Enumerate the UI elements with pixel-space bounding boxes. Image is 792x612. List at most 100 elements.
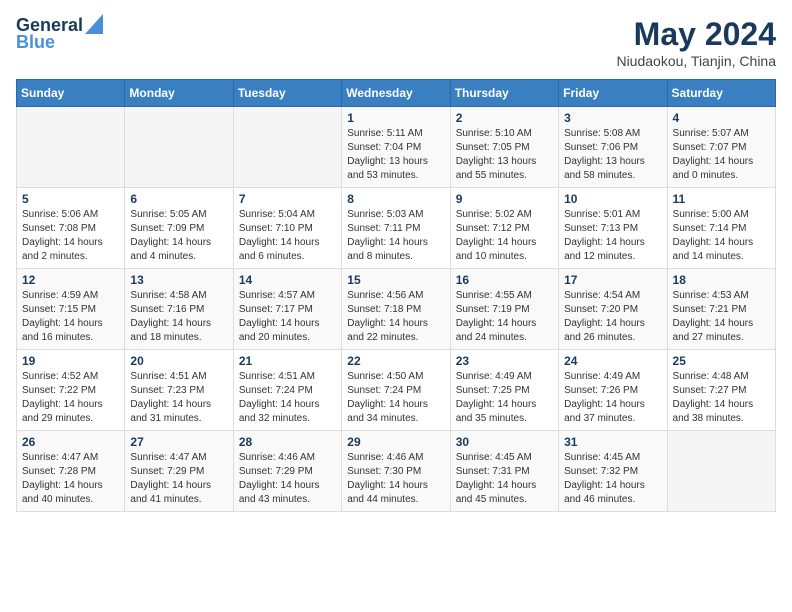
day-info: Sunrise: 5:00 AMSunset: 7:14 PMDaylight:… xyxy=(673,208,770,264)
day-number: 31 xyxy=(564,435,661,449)
calendar-cell: 10Sunrise: 5:01 AMSunset: 7:13 PMDayligh… xyxy=(559,188,667,269)
calendar-cell: 25Sunrise: 4:48 AMSunset: 7:27 PMDayligh… xyxy=(667,350,775,431)
day-number: 27 xyxy=(130,435,227,449)
day-info: Sunrise: 4:47 AMSunset: 7:29 PMDaylight:… xyxy=(130,451,227,507)
calendar-week-row: 12 Sunrise: 4:59 AMSunset: 7:15 PMDayligh… xyxy=(17,269,776,350)
day-number: 10 xyxy=(564,192,661,206)
day-number: 22 xyxy=(347,354,444,368)
calendar-cell: 26Sunrise: 4:47 AMSunset: 7:28 PMDayligh… xyxy=(17,431,125,512)
calendar-cell: 16 Sunrise: 4:55 AMSunset: 7:19 PMDayligh… xyxy=(450,269,558,350)
day-number: 21 xyxy=(239,354,336,368)
day-info: Sunrise: 4:56 AMSunset: 7:18 PMDaylight:… xyxy=(347,289,444,345)
page-header: General Blue May 2024 Niudaokou, Tianjin… xyxy=(16,16,776,69)
day-number: 4 xyxy=(673,111,770,125)
day-info: Sunrise: 5:05 AMSunset: 7:09 PMDaylight:… xyxy=(130,208,227,264)
day-number: 19 xyxy=(22,354,119,368)
day-info: Sunrise: 4:49 AMSunset: 7:26 PMDaylight:… xyxy=(564,370,661,426)
day-number: 2 xyxy=(456,111,553,125)
day-number: 14 xyxy=(239,273,336,287)
calendar-cell: 19 Sunrise: 4:52 AMSunset: 7:22 PMDayligh… xyxy=(17,350,125,431)
main-title: May 2024 xyxy=(616,16,776,53)
day-info: Sunrise: 4:46 AMSunset: 7:30 PMDaylight:… xyxy=(347,451,444,507)
day-info: Sunrise: 4:59 AMSunset: 7:15 PMDaylight:… xyxy=(22,289,119,345)
day-info: Sunrise: 5:04 AMSunset: 7:10 PMDaylight:… xyxy=(239,208,336,264)
day-number: 26 xyxy=(22,435,119,449)
calendar-cell: 30Sunrise: 4:45 AMSunset: 7:31 PMDayligh… xyxy=(450,431,558,512)
day-info: Sunrise: 4:46 AMSunset: 7:29 PMDaylight:… xyxy=(239,451,336,507)
calendar-cell: 7 Sunrise: 5:04 AMSunset: 7:10 PMDaylight… xyxy=(233,188,341,269)
calendar-table: SundayMondayTuesdayWednesdayThursdayFrid… xyxy=(16,79,776,512)
calendar-cell xyxy=(17,107,125,188)
day-number: 20 xyxy=(130,354,227,368)
day-number: 24 xyxy=(564,354,661,368)
calendar-cell: 27 Sunrise: 4:47 AMSunset: 7:29 PMDayligh… xyxy=(125,431,233,512)
calendar-cell xyxy=(667,431,775,512)
day-info: Sunrise: 4:51 AMSunset: 7:24 PMDaylight:… xyxy=(239,370,336,426)
calendar-cell: 22 Sunrise: 4:50 AMSunset: 7:24 PMDayligh… xyxy=(342,350,450,431)
weekday-header-friday: Friday xyxy=(559,80,667,107)
calendar-cell: 9 Sunrise: 5:02 AMSunset: 7:12 PMDaylight… xyxy=(450,188,558,269)
calendar-cell xyxy=(233,107,341,188)
day-info: Sunrise: 4:57 AMSunset: 7:17 PMDaylight:… xyxy=(239,289,336,345)
calendar-cell: 18 Sunrise: 4:53 AMSunset: 7:21 PMDayligh… xyxy=(667,269,775,350)
calendar-week-row: 5 Sunrise: 5:06 AMSunset: 7:08 PMDaylight… xyxy=(17,188,776,269)
calendar-week-row: 26Sunrise: 4:47 AMSunset: 7:28 PMDayligh… xyxy=(17,431,776,512)
day-info: Sunrise: 4:45 AMSunset: 7:31 PMDaylight:… xyxy=(456,451,553,507)
day-number: 29 xyxy=(347,435,444,449)
calendar-cell: 2Sunrise: 5:10 AMSunset: 7:05 PMDaylight… xyxy=(450,107,558,188)
day-number: 12 xyxy=(22,273,119,287)
day-info: Sunrise: 4:51 AMSunset: 7:23 PMDaylight:… xyxy=(130,370,227,426)
calendar-cell: 24 Sunrise: 4:49 AMSunset: 7:26 PMDayligh… xyxy=(559,350,667,431)
calendar-cell: 13Sunrise: 4:58 AMSunset: 7:16 PMDayligh… xyxy=(125,269,233,350)
day-number: 17 xyxy=(564,273,661,287)
calendar-cell: 21 Sunrise: 4:51 AMSunset: 7:24 PMDayligh… xyxy=(233,350,341,431)
day-info: Sunrise: 4:54 AMSunset: 7:20 PMDaylight:… xyxy=(564,289,661,345)
logo-icon xyxy=(85,14,103,34)
calendar-cell: 8Sunrise: 5:03 AMSunset: 7:11 PMDaylight… xyxy=(342,188,450,269)
day-info: Sunrise: 4:48 AMSunset: 7:27 PMDaylight:… xyxy=(673,370,770,426)
day-number: 18 xyxy=(673,273,770,287)
weekday-header-tuesday: Tuesday xyxy=(233,80,341,107)
day-number: 9 xyxy=(456,192,553,206)
calendar-cell: 28 Sunrise: 4:46 AMSunset: 7:29 PMDayligh… xyxy=(233,431,341,512)
calendar-header-row: SundayMondayTuesdayWednesdayThursdayFrid… xyxy=(17,80,776,107)
day-number: 16 xyxy=(456,273,553,287)
day-info: Sunrise: 4:49 AMSunset: 7:25 PMDaylight:… xyxy=(456,370,553,426)
calendar-cell: 4 Sunrise: 5:07 AMSunset: 7:07 PMDaylight… xyxy=(667,107,775,188)
subtitle: Niudaokou, Tianjin, China xyxy=(616,53,776,69)
day-number: 5 xyxy=(22,192,119,206)
calendar-cell: 14 Sunrise: 4:57 AMSunset: 7:17 PMDayligh… xyxy=(233,269,341,350)
calendar-cell: 17 Sunrise: 4:54 AMSunset: 7:20 PMDayligh… xyxy=(559,269,667,350)
calendar-cell: 1Sunrise: 5:11 AMSunset: 7:04 PMDaylight… xyxy=(342,107,450,188)
weekday-header-saturday: Saturday xyxy=(667,80,775,107)
day-info: Sunrise: 5:08 AMSunset: 7:06 PMDaylight:… xyxy=(564,127,661,183)
calendar-cell: 20 Sunrise: 4:51 AMSunset: 7:23 PMDayligh… xyxy=(125,350,233,431)
day-info: Sunrise: 5:06 AMSunset: 7:08 PMDaylight:… xyxy=(22,208,119,264)
day-number: 7 xyxy=(239,192,336,206)
logo-text-blue: Blue xyxy=(16,33,55,53)
day-info: Sunrise: 4:58 AMSunset: 7:16 PMDaylight:… xyxy=(130,289,227,345)
day-info: Sunrise: 4:50 AMSunset: 7:24 PMDaylight:… xyxy=(347,370,444,426)
calendar-cell: 3Sunrise: 5:08 AMSunset: 7:06 PMDaylight… xyxy=(559,107,667,188)
calendar-cell: 11 Sunrise: 5:00 AMSunset: 7:14 PMDayligh… xyxy=(667,188,775,269)
calendar-cell: 29 Sunrise: 4:46 AMSunset: 7:30 PMDayligh… xyxy=(342,431,450,512)
calendar-cell xyxy=(125,107,233,188)
day-number: 8 xyxy=(347,192,444,206)
calendar-cell: 31Sunrise: 4:45 AMSunset: 7:32 PMDayligh… xyxy=(559,431,667,512)
day-number: 23 xyxy=(456,354,553,368)
day-number: 15 xyxy=(347,273,444,287)
calendar-cell: 6Sunrise: 5:05 AMSunset: 7:09 PMDaylight… xyxy=(125,188,233,269)
day-number: 11 xyxy=(673,192,770,206)
day-info: Sunrise: 5:02 AMSunset: 7:12 PMDaylight:… xyxy=(456,208,553,264)
day-info: Sunrise: 4:53 AMSunset: 7:21 PMDaylight:… xyxy=(673,289,770,345)
title-area: May 2024 Niudaokou, Tianjin, China xyxy=(616,16,776,69)
day-info: Sunrise: 5:07 AMSunset: 7:07 PMDaylight:… xyxy=(673,127,770,183)
calendar-week-row: 1Sunrise: 5:11 AMSunset: 7:04 PMDaylight… xyxy=(17,107,776,188)
day-number: 1 xyxy=(347,111,444,125)
day-info: Sunrise: 4:55 AMSunset: 7:19 PMDaylight:… xyxy=(456,289,553,345)
calendar-cell: 12 Sunrise: 4:59 AMSunset: 7:15 PMDayligh… xyxy=(17,269,125,350)
weekday-header-monday: Monday xyxy=(125,80,233,107)
day-info: Sunrise: 4:52 AMSunset: 7:22 PMDaylight:… xyxy=(22,370,119,426)
calendar-cell: 23 Sunrise: 4:49 AMSunset: 7:25 PMDayligh… xyxy=(450,350,558,431)
day-number: 28 xyxy=(239,435,336,449)
